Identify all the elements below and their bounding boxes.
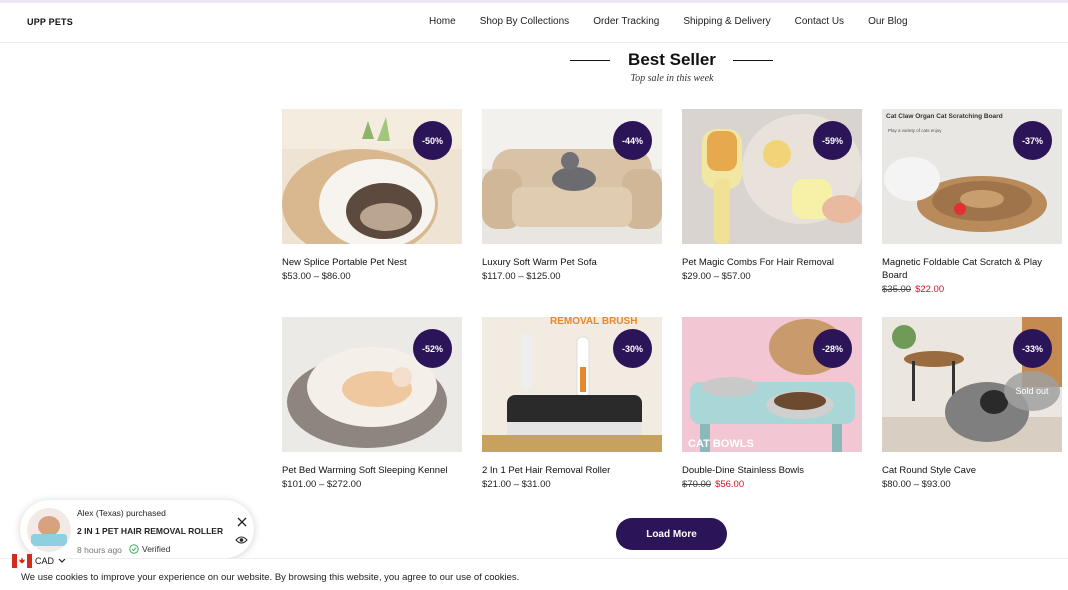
product-name[interactable]: Magnetic Foldable Cat Scratch & Play Boa… [882, 256, 1062, 282]
section-heading: Best Seller Top sale in this week [560, 50, 784, 84]
currency-code: CAD [35, 556, 55, 566]
product-name[interactable]: Pet Magic Combs For Hair Removal [682, 256, 862, 269]
nav-shop-by-collections[interactable]: Shop By Collections [480, 16, 570, 27]
product-image[interactable]: CAT BOWLS -28% [682, 317, 862, 452]
nav-shipping-delivery[interactable]: Shipping & Delivery [683, 16, 770, 27]
product-card[interactable]: -50% New Splice Portable Pet Nest $53.00… [282, 109, 462, 283]
popup-product-name[interactable]: 2 IN 1 PET HAIR REMOVAL ROLLER [77, 526, 223, 536]
nav-contact-us[interactable]: Contact Us [795, 16, 844, 27]
product-name[interactable]: Double-Dine Stainless Bowls [682, 464, 862, 477]
close-icon[interactable] [236, 516, 248, 528]
recent-purchase-popup[interactable]: Alex (Texas) purchased 2 IN 1 PET HAIR R… [20, 500, 254, 558]
product-image[interactable]: Cat Claw Organ Cat Scratching Board Play… [882, 109, 1062, 244]
product-image[interactable]: -44% [482, 109, 662, 244]
sale-price: $56.00 [715, 479, 745, 490]
product-image[interactable]: -50% [282, 109, 462, 244]
discount-badge: -30% [613, 329, 652, 368]
popup-product-image [27, 508, 71, 552]
product-image[interactable]: -33% Sold out [882, 317, 1062, 452]
product-price: $35.00 $22.00 [882, 283, 1062, 296]
discount-badge: -37% [1013, 121, 1052, 160]
site-logo[interactable]: UPP PETS [27, 17, 73, 27]
product-name[interactable]: Pet Bed Warming Soft Sleeping Kennel [282, 464, 462, 477]
discount-badge: -28% [813, 329, 852, 368]
chevron-down-icon [58, 558, 66, 563]
canada-flag-icon [12, 554, 32, 568]
load-more-button[interactable]: Load More [616, 518, 727, 550]
discount-badge: -50% [413, 121, 452, 160]
verified-label: Verified [142, 544, 171, 554]
currency-selector[interactable]: CAD [12, 554, 67, 568]
product-card[interactable]: -52% Pet Bed Warming Soft Sleeping Kenne… [282, 317, 462, 491]
product-image[interactable]: -52% [282, 317, 462, 452]
nav-our-blog[interactable]: Our Blog [868, 16, 907, 27]
discount-badge: -33% [1013, 329, 1052, 368]
eye-icon[interactable] [235, 535, 248, 545]
check-circle-icon [129, 544, 139, 554]
nav-home[interactable]: Home [429, 16, 456, 27]
product-card[interactable]: -44% Luxury Soft Warm Pet Sofa $117.00 –… [482, 109, 662, 283]
product-price: $29.00 – $57.00 [682, 271, 751, 282]
popup-verified: Verified [129, 544, 170, 554]
nav-order-tracking[interactable]: Order Tracking [593, 16, 659, 27]
product-name[interactable]: Cat Round Style Cave [882, 464, 1062, 477]
product-card[interactable]: -33% Sold out Cat Round Style Cave $80.0… [882, 317, 1062, 491]
main-nav: Home Shop By Collections Order Tracking … [429, 16, 932, 27]
section-title: Best Seller [628, 50, 716, 69]
discount-badge: -44% [613, 121, 652, 160]
product-card[interactable]: CAT BOWLS -28% Double-Dine Stainless Bow… [682, 317, 862, 491]
sold-out-badge: Sold out [1004, 371, 1060, 411]
site-header: UPP PETS Home Shop By Collections Order … [0, 3, 1068, 43]
product-name[interactable]: New Splice Portable Pet Nest [282, 256, 462, 269]
product-price: $70.00 $56.00 [682, 478, 862, 491]
product-price: $101.00 – $272.00 [282, 479, 362, 490]
product-card[interactable]: REMOVAL BRUSH -30% 2 In 1 Pet Hair Remov… [482, 317, 662, 491]
product-image[interactable]: REMOVAL BRUSH -30% [482, 317, 662, 452]
product-price: $117.00 – $125.00 [482, 271, 561, 282]
cookie-banner: We use cookies to improve your experienc… [0, 558, 1068, 590]
product-name[interactable]: Luxury Soft Warm Pet Sofa [482, 256, 662, 269]
product-card[interactable]: -59% Pet Magic Combs For Hair Removal $2… [682, 109, 862, 283]
cookie-text: We use cookies to improve your experienc… [21, 572, 520, 583]
product-price: $53.00 – $86.00 [282, 271, 351, 282]
old-price: $35.00 [882, 284, 912, 295]
popup-thumbnail [27, 508, 71, 552]
product-name[interactable]: 2 In 1 Pet Hair Removal Roller [482, 464, 662, 477]
discount-badge: -59% [813, 121, 852, 160]
image-caption: REMOVAL BRUSH [550, 317, 637, 327]
product-card[interactable]: Cat Claw Organ Cat Scratching Board Play… [882, 109, 1062, 296]
image-caption: Cat Claw Organ Cat Scratching Board [886, 113, 1003, 120]
popup-buyer: Alex (Texas) purchased [77, 508, 166, 518]
image-caption: CAT BOWLS [688, 438, 754, 450]
popup-time: 8 hours ago [77, 545, 122, 555]
old-price: $70.00 [682, 479, 712, 490]
product-image[interactable]: -59% [682, 109, 862, 244]
discount-badge: -52% [413, 329, 452, 368]
section-subtitle: Top sale in this week [630, 73, 714, 84]
product-price: $21.00 – $31.00 [482, 479, 551, 490]
image-caption-sub: Play a variety of cats enjoy [888, 128, 942, 133]
sale-price: $22.00 [915, 284, 945, 295]
product-price: $80.00 – $93.00 [882, 479, 951, 490]
